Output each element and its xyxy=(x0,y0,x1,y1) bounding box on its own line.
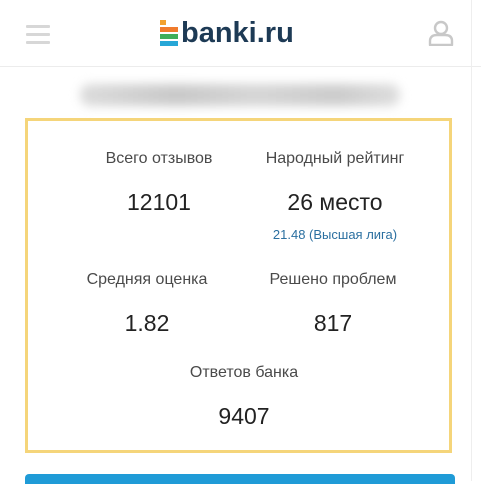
stat-problems-solved: Решено проблем 817 xyxy=(243,270,423,337)
stat-value: 12101 xyxy=(127,189,191,215)
stat-bank-answers: Ответов банка 9407 xyxy=(154,363,334,430)
logo-mark-icon xyxy=(160,20,178,46)
stat-value: 26 место xyxy=(287,189,383,215)
hamburger-menu-icon[interactable] xyxy=(26,24,50,44)
stat-value: 9407 xyxy=(218,403,270,429)
stat-value: 817 xyxy=(313,310,353,336)
stat-total-reviews: Всего отзывов 12101 xyxy=(69,149,249,216)
reviews-stats-card: Всего отзывов 12101 Народный рейтинг 26 … xyxy=(25,118,452,453)
blurred-breadcrumb[interactable] xyxy=(80,84,400,106)
user-profile-icon[interactable] xyxy=(428,20,454,47)
banki-logo[interactable]: banki.ru xyxy=(160,16,294,50)
stat-value: 1.82 xyxy=(124,310,170,336)
stat-average-score: Средняя оценка 1.82 xyxy=(57,270,237,337)
stat-people-rating: Народный рейтинг 26 место 21.48 (Высшая … xyxy=(245,149,425,243)
stat-label: Всего отзывов xyxy=(105,150,213,167)
stat-label: Народный рейтинг xyxy=(265,150,405,167)
stat-label: Ответов банка xyxy=(189,364,299,381)
stat-label: Средняя оценка xyxy=(86,271,208,288)
primary-action-button[interactable] xyxy=(25,474,455,484)
page-edge-divider xyxy=(471,0,472,481)
top-header: banki.ru xyxy=(0,0,481,67)
rating-league-link[interactable]: 21.48 (Высшая лига) xyxy=(245,227,425,243)
stat-label: Решено проблем xyxy=(269,271,397,288)
logo-text: banki.ru xyxy=(181,17,294,49)
